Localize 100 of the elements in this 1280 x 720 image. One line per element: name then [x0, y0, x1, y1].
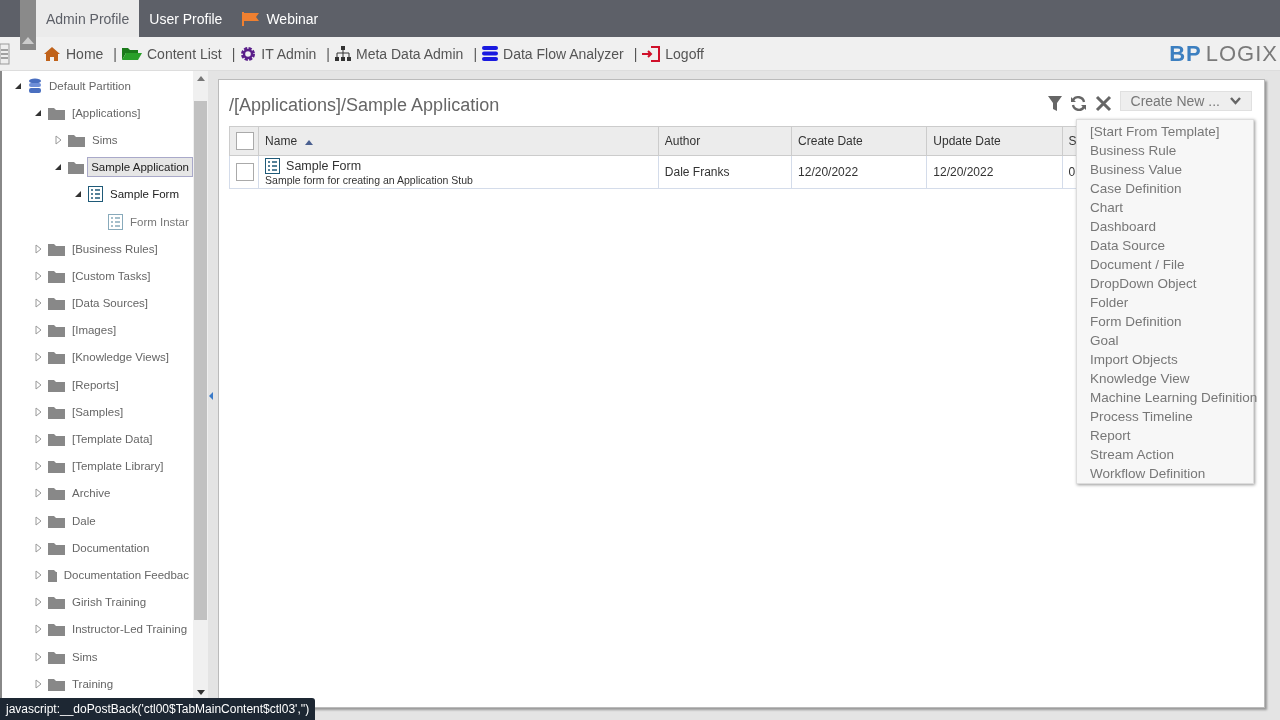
expanded-arrow-icon[interactable]	[14, 81, 22, 90]
nav-link[interactable]: Meta Data Admin	[335, 45, 464, 62]
filter-icon[interactable]	[1047, 95, 1062, 111]
select-all-checkbox[interactable]	[236, 132, 254, 150]
tree-item[interactable]: Instructor-Led Training	[68, 619, 192, 640]
chevron-down-icon	[1230, 97, 1241, 105]
column-header[interactable]: Author	[658, 126, 792, 156]
menu-item[interactable]: Document / File	[1077, 255, 1253, 274]
scrollbar-thumb[interactable]	[194, 101, 207, 620]
collapsed-arrow-icon[interactable]	[34, 298, 42, 309]
menu-item[interactable]: Form Definition	[1077, 312, 1253, 331]
menu-item[interactable]: Report	[1077, 426, 1253, 445]
nav-link[interactable]: Home	[43, 45, 104, 62]
tree-item[interactable]: Sims	[88, 129, 122, 150]
expanded-arrow-icon[interactable]	[34, 108, 42, 117]
scroll-up-icon[interactable]	[196, 75, 205, 81]
nav-link[interactable]: Data Flow Analyzer	[482, 45, 624, 62]
tree-item[interactable]: Dale	[68, 510, 100, 531]
folder-icon	[48, 567, 57, 582]
separator: |	[113, 45, 117, 62]
row-checkbox[interactable]	[236, 163, 254, 181]
collapsed-arrow-icon[interactable]	[54, 134, 62, 145]
tree-item[interactable]: Training	[68, 673, 118, 694]
tree-item[interactable]: [Data Sources]	[68, 293, 153, 314]
tree-item[interactable]: [Business Rules]	[68, 238, 162, 259]
nav-link[interactable]: IT Admin	[240, 45, 317, 62]
table-cell: Dale Franks	[658, 155, 792, 189]
profile-tab[interactable]: Admin Profile	[36, 0, 140, 37]
table-cell[interactable]: Sample Form	[286, 159, 362, 173]
gear-icon	[240, 45, 257, 62]
collapsed-arrow-icon[interactable]	[34, 597, 42, 608]
tree-item[interactable]: [Samples]	[68, 401, 128, 422]
collapsed-arrow-icon[interactable]	[34, 542, 42, 553]
menu-item[interactable]: Folder	[1077, 293, 1253, 312]
menu-item[interactable]: Stream Action	[1077, 445, 1253, 464]
menu-item[interactable]: Data Source	[1077, 236, 1253, 255]
collapsed-arrow-icon[interactable]	[34, 270, 42, 281]
tree-item[interactable]: [Template Library]	[68, 456, 168, 477]
menu-item[interactable]: Business Value	[1077, 160, 1253, 179]
menu-item[interactable]: Case Definition	[1077, 179, 1253, 198]
menu-item[interactable]: Workflow Definition	[1077, 464, 1253, 483]
expanded-arrow-icon[interactable]	[54, 163, 62, 172]
collapsed-arrow-icon[interactable]	[34, 488, 42, 499]
collapsed-arrow-icon[interactable]	[34, 325, 42, 336]
expanded-arrow-icon[interactable]	[74, 190, 82, 199]
form-icon	[265, 158, 281, 174]
collapsed-arrow-icon[interactable]	[34, 678, 42, 689]
tree-item[interactable]: Sample Application	[87, 157, 193, 178]
menu-item[interactable]: Process Timeline	[1077, 407, 1253, 426]
tree-item[interactable]: Form Instar	[126, 211, 193, 232]
tree-item[interactable]: Documentation	[68, 537, 154, 558]
menu-item[interactable]: Knowledge View	[1077, 369, 1253, 388]
folder-icon	[48, 486, 65, 501]
tree-item[interactable]: Documentation Feedbac	[59, 564, 193, 585]
menu-item[interactable]: Dashboard	[1077, 217, 1253, 236]
folder-icon	[48, 296, 65, 311]
collapsed-arrow-icon[interactable]	[34, 651, 42, 662]
tree-item[interactable]: Default Partition	[45, 75, 135, 96]
collapsed-arrow-icon[interactable]	[34, 406, 42, 417]
folder-icon	[48, 350, 65, 365]
tree-item[interactable]: Sims	[68, 646, 102, 667]
tree-item[interactable]: [Reports]	[68, 374, 123, 395]
scroll-down-icon[interactable]	[196, 690, 205, 696]
collapsed-arrow-icon[interactable]	[34, 624, 42, 635]
collapsed-arrow-icon[interactable]	[34, 515, 42, 526]
create-new-button[interactable]: Create New ...	[1119, 91, 1252, 111]
collapsed-arrow-icon[interactable]	[34, 461, 42, 472]
collapsed-arrow-icon[interactable]	[34, 569, 42, 580]
nav-link[interactable]: Content List	[122, 45, 222, 62]
tree-item[interactable]: Sample Form	[106, 184, 184, 205]
tree-item[interactable]: [Images]	[68, 320, 121, 341]
tree-item[interactable]: [Applications]	[68, 102, 145, 123]
nav-link[interactable]: Logoff	[642, 45, 704, 62]
collapsed-arrow-icon[interactable]	[34, 379, 42, 390]
tree-item[interactable]: [Custom Tasks]	[68, 265, 155, 286]
database-icon	[28, 77, 42, 94]
folder-icon	[48, 404, 65, 419]
collapsed-arrow-icon[interactable]	[34, 352, 42, 363]
column-header[interactable]: Create Date	[791, 126, 927, 156]
tree-item[interactable]: [Knowledge Views]	[68, 347, 173, 368]
column-header[interactable]: Update Date	[926, 126, 1063, 156]
collapsed-arrow-icon[interactable]	[34, 434, 42, 445]
menu-item[interactable]: Goal	[1077, 331, 1253, 350]
tree-item[interactable]: Girish Training	[68, 592, 151, 613]
separator: |	[633, 45, 638, 62]
menu-item[interactable]: Chart	[1077, 198, 1253, 217]
menu-item[interactable]: Import Objects	[1077, 350, 1253, 369]
collapsed-arrow-icon[interactable]	[34, 243, 42, 254]
logo: BP LOGIX	[1169, 41, 1278, 67]
menu-icon[interactable]	[0, 42, 10, 65]
scroll-up-button[interactable]	[20, 0, 36, 50]
menu-item[interactable]: DropDown Object	[1077, 274, 1253, 293]
tree-item[interactable]: [Template Data]	[68, 429, 157, 450]
menu-item[interactable]: Business Rule	[1077, 141, 1253, 160]
tree-item[interactable]: Archive	[68, 483, 115, 504]
refresh-icon[interactable]	[1069, 94, 1087, 112]
profile-tab[interactable]: User Profile	[139, 0, 233, 37]
column-header[interactable]: Name	[258, 126, 659, 156]
menu-item[interactable]: [Start From Template]	[1077, 122, 1253, 141]
profile-tab[interactable]: Webinar	[232, 0, 329, 37]
